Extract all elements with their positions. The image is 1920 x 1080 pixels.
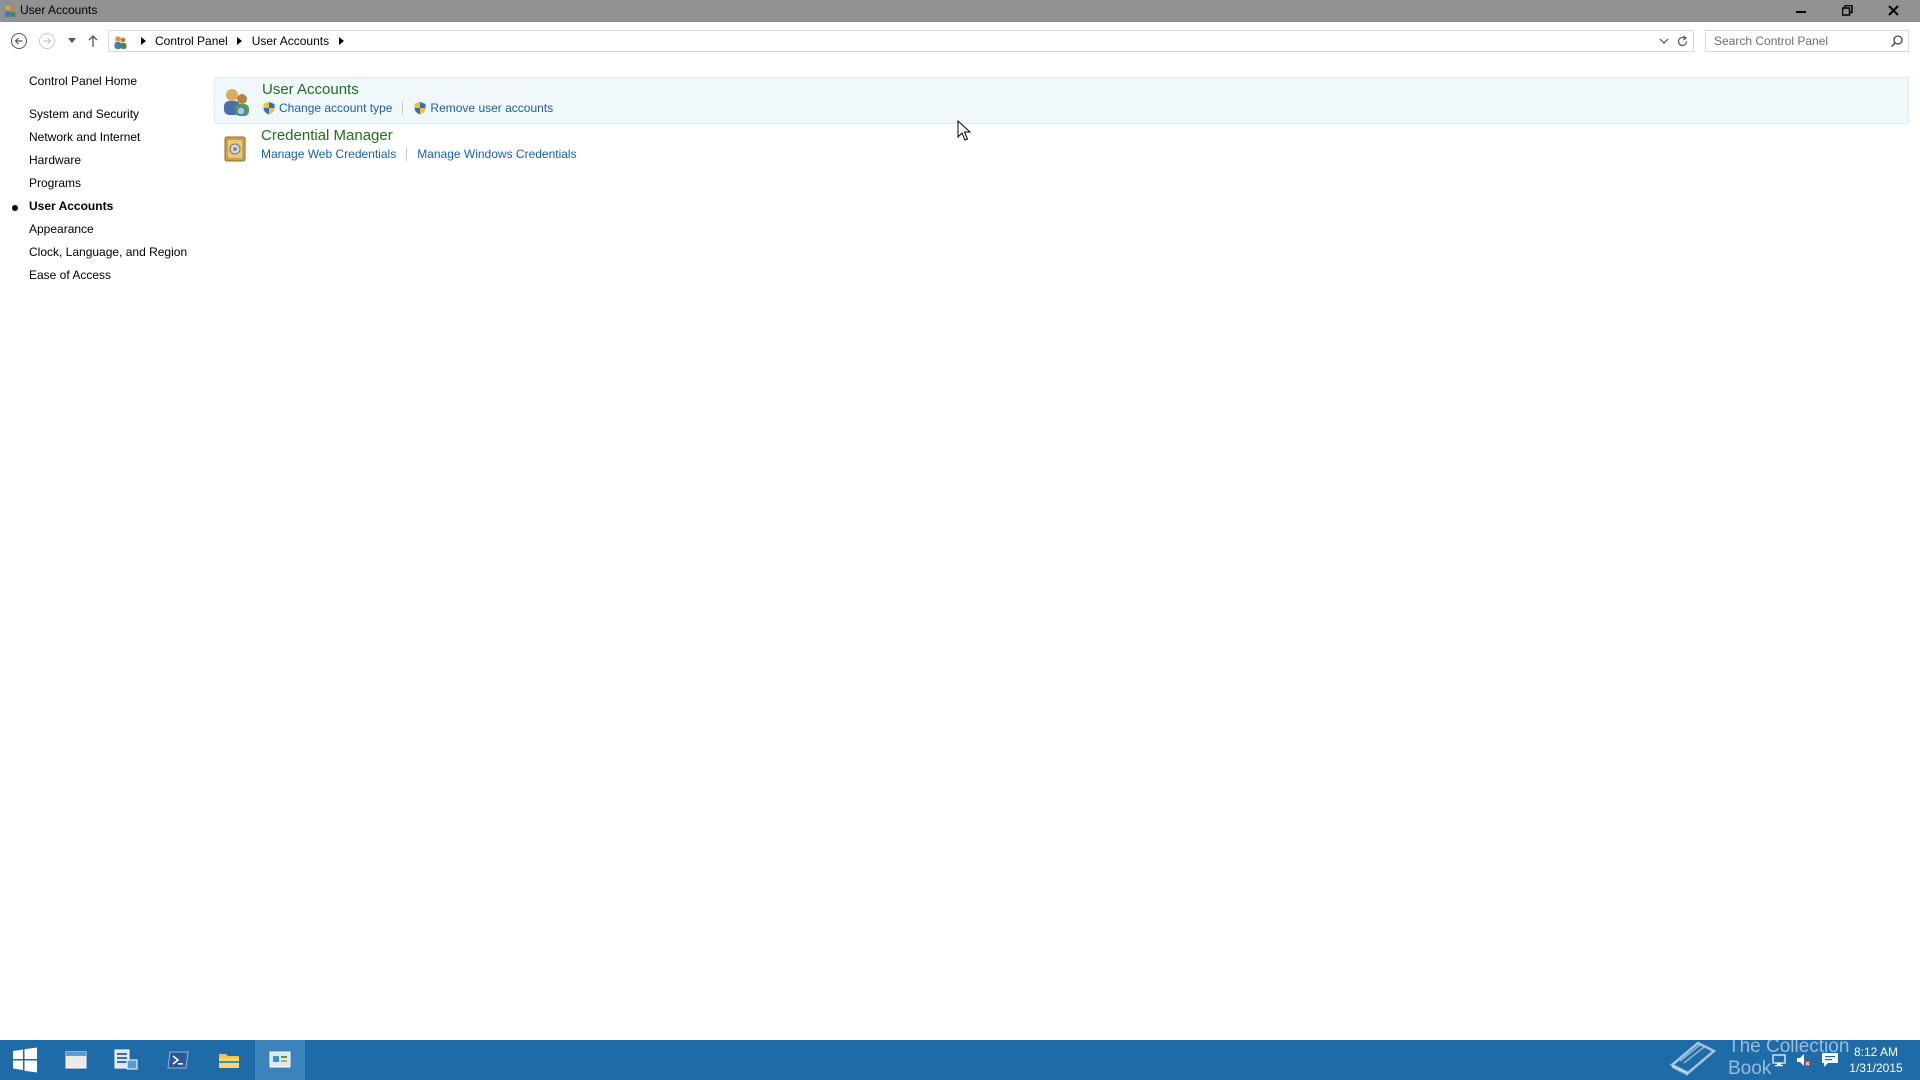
nav-system-and-security[interactable]: System and Security <box>29 107 139 121</box>
change-account-type-label[interactable]: Change account type <box>279 101 392 115</box>
up-button[interactable] <box>82 30 104 52</box>
forward-button[interactable] <box>36 30 58 52</box>
watermark: The Collection Book <box>1668 1036 1898 1080</box>
taskbar-file-explorer-button[interactable] <box>204 1040 254 1080</box>
start-button[interactable] <box>0 1040 50 1080</box>
refresh-button[interactable] <box>1675 34 1689 48</box>
chevron-down-icon <box>68 38 76 43</box>
breadcrumb-separator[interactable] <box>335 37 347 45</box>
chevron-right-icon <box>140 37 146 45</box>
close-icon <box>1887 4 1899 16</box>
remove-user-accounts-link[interactable]: Remove user accounts <box>413 101 553 115</box>
credential-manager-group: Credential Manager Manage Web Credential… <box>214 124 1909 171</box>
manage-windows-credentials-link[interactable]: Manage Windows Credentials <box>417 147 576 161</box>
nav-programs[interactable]: Programs <box>29 176 81 190</box>
nav-network-and-internet[interactable]: Network and Internet <box>29 130 140 144</box>
credential-manager-links: Manage Web Credentials Manage Windows Cr… <box>261 147 577 161</box>
breadcrumb-separator[interactable] <box>137 37 149 45</box>
powershell-icon <box>167 1051 189 1069</box>
mouse-cursor-icon <box>957 120 971 141</box>
control-panel-icon <box>114 36 127 49</box>
control-panel-home-link[interactable]: Control Panel Home <box>29 74 137 88</box>
breadcrumb-separator[interactable] <box>234 37 246 45</box>
minimize-icon <box>1796 11 1806 13</box>
back-arrow-icon <box>11 33 27 49</box>
remove-user-accounts-label[interactable]: Remove user accounts <box>430 101 553 115</box>
file-explorer-icon <box>219 1054 239 1068</box>
breadcrumb-user-accounts[interactable]: User Accounts <box>250 34 331 48</box>
credential-manager-title[interactable]: Credential Manager <box>261 127 393 144</box>
credential-manager-icon[interactable] <box>218 131 252 165</box>
forward-arrow-icon <box>39 33 55 49</box>
taskbar-task-view-button[interactable] <box>51 1040 101 1080</box>
user-accounts-group: User Accounts Change account type Remove… <box>214 77 1909 124</box>
nav-appearance[interactable]: Appearance <box>29 222 94 236</box>
chevron-down-icon <box>1659 38 1669 44</box>
title-bar: User Accounts <box>0 0 1920 22</box>
address-bar[interactable]: Control Panel User Accounts <box>108 30 1694 52</box>
taskbar-server-manager-button[interactable] <box>101 1040 151 1080</box>
search-box[interactable] <box>1705 30 1909 52</box>
navigation-bar: Control Panel User Accounts <box>0 22 1920 60</box>
search-input[interactable] <box>1706 31 1886 51</box>
change-account-type-link[interactable]: Change account type <box>262 101 392 115</box>
link-divider <box>402 101 404 115</box>
link-divider <box>406 147 408 161</box>
nav-clock-language-region[interactable]: Clock, Language, and Region <box>29 245 187 259</box>
minimize-button[interactable] <box>1778 0 1824 20</box>
restore-icon <box>1841 4 1853 16</box>
server-manager-icon <box>114 1049 138 1070</box>
active-category-bullet <box>12 205 18 211</box>
manage-web-credentials-link[interactable]: Manage Web Credentials <box>261 147 396 161</box>
restore-button[interactable] <box>1824 0 1870 20</box>
control-panel-icon <box>269 1051 291 1068</box>
taskbar-control-panel-button[interactable] <box>255 1040 305 1080</box>
chevron-right-icon <box>338 37 344 45</box>
up-arrow-icon <box>88 35 98 47</box>
taskbar-powershell-button[interactable] <box>153 1040 203 1080</box>
chevron-right-icon <box>237 37 243 45</box>
user-accounts-title[interactable]: User Accounts <box>262 81 359 98</box>
uac-shield-icon <box>263 102 275 115</box>
search-icon[interactable] <box>1890 34 1904 48</box>
back-button[interactable] <box>8 30 30 52</box>
folder-window-icon <box>65 1051 87 1069</box>
watermark-text: The Collection Book <box>1727 1036 1850 1079</box>
windows-logo-icon <box>13 1047 37 1073</box>
address-history-button[interactable] <box>1657 34 1671 48</box>
nav-user-accounts[interactable]: User Accounts <box>29 199 113 213</box>
recent-locations-button[interactable] <box>62 30 82 52</box>
nav-hardware[interactable]: Hardware <box>29 153 81 167</box>
user-accounts-icon[interactable] <box>219 85 253 119</box>
window-title: User Accounts <box>20 3 98 17</box>
taskbar: 8:12 AM 1/31/2015 <box>0 1040 1920 1080</box>
user-accounts-links: Change account type Remove user accounts <box>262 101 553 115</box>
close-button[interactable] <box>1870 0 1916 20</box>
user-accounts-app-icon <box>5 5 16 17</box>
refresh-icon <box>1677 35 1687 46</box>
breadcrumb-control-panel[interactable]: Control Panel <box>153 34 230 48</box>
uac-shield-icon <box>414 102 426 115</box>
breadcrumb: Control Panel User Accounts <box>133 31 351 51</box>
nav-ease-of-access[interactable]: Ease of Access <box>29 268 111 282</box>
book-logo-icon <box>1669 1041 1717 1076</box>
